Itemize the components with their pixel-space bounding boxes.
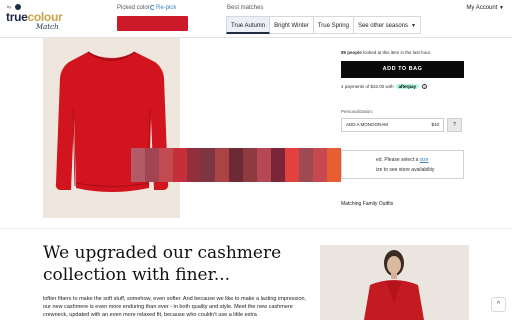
- size-note-prefix: ed. Please select a: [376, 157, 419, 163]
- afterpay-badge: afterpay: [395, 84, 420, 89]
- palette-swatch[interactable]: [285, 148, 299, 182]
- red-sweater-illustration: [55, 51, 169, 192]
- chevron-down-icon: ▼: [411, 23, 416, 29]
- tab-bright-winter[interactable]: Bright Winter: [270, 16, 314, 34]
- color-palette-strip: [131, 148, 341, 182]
- refresh-icon: [150, 5, 155, 10]
- size-note-line1: ed. Please select a size: [376, 157, 429, 163]
- section-divider: [0, 228, 512, 229]
- add-monogram-button[interactable]: ADD A MONOGRAM $10: [341, 118, 444, 132]
- repick-label: Re-pick: [156, 5, 177, 11]
- palette-swatch[interactable]: [145, 148, 159, 182]
- logo-wordmark: truecolour: [6, 10, 63, 24]
- payments-line: 4 payments of $32.00 with afterpay i: [341, 84, 428, 89]
- select-size-link[interactable]: size: [420, 157, 429, 163]
- tab-true-autumn[interactable]: True Autumn: [226, 16, 271, 34]
- palette-swatch[interactable]: [229, 148, 243, 182]
- best-matches-label: Best matches: [227, 5, 264, 11]
- repick-button[interactable]: Re-pick: [150, 5, 176, 11]
- viewers-text: looked at this item in the last hour.: [363, 50, 432, 55]
- palette-swatch[interactable]: [257, 148, 271, 182]
- logo-by-text: by: [7, 4, 12, 9]
- palette-swatch[interactable]: [201, 148, 215, 182]
- extension-toolbar: by truecolour Match Picked color Re-pick…: [0, 0, 512, 38]
- palette-swatch[interactable]: [243, 148, 257, 182]
- monogram-help-button[interactable]: ?: [447, 118, 462, 132]
- palette-swatch[interactable]: [271, 148, 285, 182]
- palette-swatch[interactable]: [131, 148, 145, 182]
- model-photo[interactable]: [320, 245, 469, 320]
- truecolour-logo[interactable]: by truecolour Match: [6, 4, 66, 34]
- size-note-line2: ize to see store availability: [376, 167, 435, 173]
- payments-text: 4 payments of $32.00 with: [341, 84, 394, 89]
- logo-true: true: [6, 10, 28, 24]
- picked-color-label: Picked color: [117, 5, 150, 11]
- product-image[interactable]: [43, 38, 180, 218]
- monogram-label: ADD A MONOGRAM: [346, 122, 389, 127]
- matching-family-outfits-link[interactable]: Matching Family Outfits: [341, 201, 393, 207]
- tab-true-spring[interactable]: True Spring: [313, 16, 354, 34]
- see-other-seasons-label: See other seasons: [357, 23, 408, 29]
- size-availability-notice: ed. Please select a size ize to see stor…: [341, 150, 464, 179]
- chevron-down-icon: ▼: [499, 5, 504, 11]
- season-tabs: True Autumn Bright Winter True Spring Se…: [226, 16, 421, 34]
- scroll-to-top-button[interactable]: ^: [491, 297, 506, 312]
- model-illustration: [320, 245, 469, 320]
- palette-swatch[interactable]: [159, 148, 173, 182]
- my-account-menu[interactable]: My Account ▼: [466, 5, 504, 11]
- picked-color-swatch: [117, 16, 188, 31]
- palette-swatch[interactable]: [173, 148, 187, 182]
- viewers-notice: 89 people looked at this item in the las…: [341, 50, 431, 55]
- palette-swatch[interactable]: [313, 148, 327, 182]
- story-heading: We upgraded our cashmere collection with…: [43, 243, 282, 285]
- palette-swatch[interactable]: [327, 148, 341, 182]
- viewers-count: 89 people: [341, 50, 362, 55]
- logo-match: Match: [36, 23, 59, 31]
- logo-colour: colour: [27, 10, 63, 24]
- palette-swatch[interactable]: [215, 148, 229, 182]
- add-to-bag-button[interactable]: ADD TO BAG: [341, 61, 464, 78]
- story-body-text: loftier fibers to make the soft stuff, s…: [43, 296, 307, 318]
- tab-see-other-seasons[interactable]: See other seasons ▼: [353, 16, 421, 34]
- info-icon[interactable]: i: [422, 84, 428, 89]
- palette-swatch[interactable]: [187, 148, 201, 182]
- monogram-price: $10: [431, 122, 439, 127]
- my-account-label: My Account: [466, 5, 498, 11]
- palette-swatch[interactable]: [299, 148, 313, 182]
- personalization-label: Personalization:: [341, 109, 374, 114]
